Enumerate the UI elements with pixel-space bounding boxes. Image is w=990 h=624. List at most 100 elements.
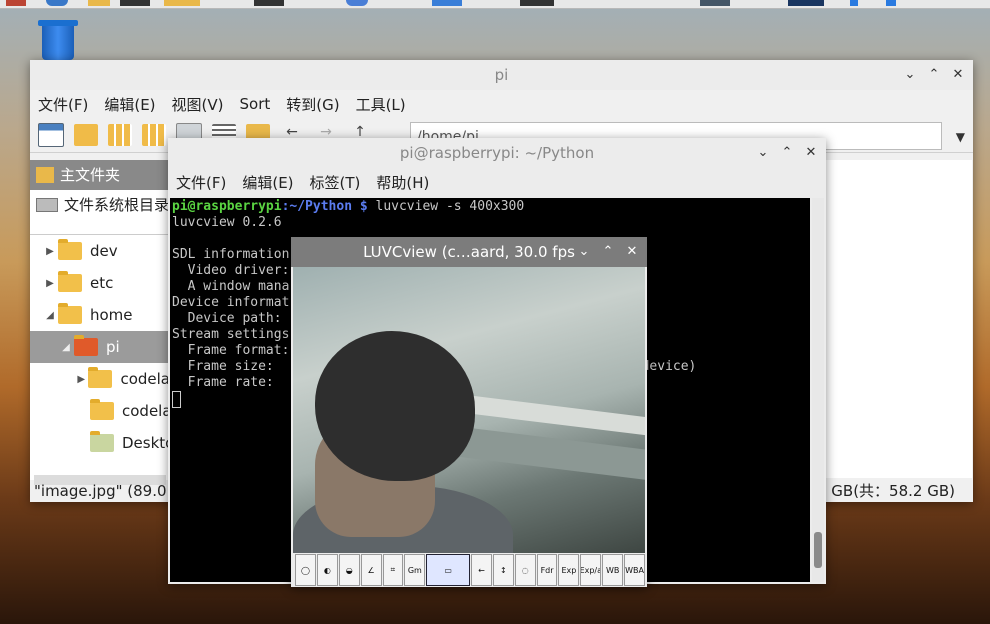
output-line: A window mana — [172, 279, 290, 294]
output-line: Frame rate: — [172, 375, 274, 390]
close-icon[interactable]: ✕ — [951, 60, 965, 90]
folder-tree: ▶ dev ▶ etc ◢ home ◢ pi ▶ codela codela … — [30, 234, 170, 485]
new-folder-icon[interactable] — [74, 124, 98, 146]
app-icon[interactable] — [788, 0, 824, 6]
output-line: luvcview 0.2.6 — [172, 215, 282, 230]
pan-button[interactable]: ← — [470, 554, 492, 586]
tree-item-codela-2[interactable]: codela — [30, 395, 170, 427]
tree-item-home[interactable]: ◢ home — [30, 299, 170, 331]
menu-icon[interactable] — [6, 0, 26, 6]
tree-item-pi[interactable]: ◢ pi — [30, 331, 170, 363]
luvcview-window: LUVCview (c…aard, 30.0 fps ⌄ ⌃ ✕ ◯ ◐ ◒ ∠… — [291, 237, 647, 587]
tilt-button[interactable]: ↕ — [492, 554, 514, 586]
luvcview-titlebar[interactable]: LUVCview (c…aard, 30.0 fps ⌄ ⌃ ✕ — [291, 237, 647, 267]
expand-icon[interactable]: ▶ — [74, 374, 88, 385]
picture-button[interactable]: ▭ — [426, 554, 470, 586]
prompt-user: pi@raspberrypi — [172, 199, 282, 214]
bluetooth-icon[interactable] — [850, 0, 858, 6]
trash-icon[interactable] — [36, 20, 82, 62]
tree-item-label: Deskto — [122, 434, 170, 452]
terminal-icon[interactable] — [520, 0, 554, 6]
tree-item-label: etc — [90, 274, 114, 292]
menubar: 文件(F) 编辑(E) 视图(V) Sort 转到(G) 工具(L) — [30, 90, 973, 118]
folder-icon[interactable] — [88, 0, 110, 6]
file-manager-titlebar[interactable]: pi ⌄ ⌃ ✕ — [30, 60, 973, 90]
new-window-icon[interactable] — [38, 123, 64, 147]
folder-icon — [90, 399, 114, 420]
scrollbar-thumb[interactable] — [814, 532, 822, 568]
sidebar-item-label: 文件系统根目录 — [64, 196, 170, 214]
exposure-button[interactable]: Exp — [558, 554, 580, 586]
sidebar-item-home[interactable]: 主文件夹 — [30, 160, 170, 190]
terminal-titlebar[interactable]: pi@raspberrypi: ~/Python ⌄ ⌃ ✕ — [168, 138, 826, 168]
tree-item-label: codela — [120, 370, 170, 388]
gain-button[interactable]: ⌗ — [382, 554, 404, 586]
browser-icon[interactable] — [46, 0, 68, 6]
menu-file[interactable]: 文件(F) — [176, 172, 226, 193]
chevron-down-icon[interactable]: ▼ — [956, 130, 965, 144]
menu-sort[interactable]: Sort — [240, 95, 271, 113]
tree-item-label: codela — [122, 402, 170, 420]
app-icon[interactable] — [432, 0, 462, 6]
minimize-icon[interactable]: ⌄ — [903, 60, 917, 90]
home-icon — [74, 335, 98, 356]
close-icon[interactable]: ✕ — [625, 237, 639, 267]
brightness-button[interactable]: ◯ — [295, 554, 316, 586]
expand-icon[interactable]: ▶ — [42, 246, 58, 257]
taskbar — [0, 0, 990, 9]
minimize-icon[interactable]: ⌄ — [577, 237, 591, 267]
status-selection: "image.jpg" (89.0 KI — [34, 482, 186, 500]
expand-icon[interactable]: ▶ — [42, 278, 58, 289]
thumbnail-view-icon[interactable] — [142, 124, 166, 146]
chromium-icon[interactable] — [346, 0, 368, 6]
menu-tools[interactable]: 工具(L) — [356, 94, 406, 115]
sharpness-button[interactable]: ∠ — [360, 554, 382, 586]
collapse-icon[interactable]: ◢ — [58, 342, 74, 353]
white-balance-button[interactable]: WB — [602, 554, 624, 586]
menu-edit[interactable]: 编辑(E) — [104, 94, 155, 115]
auto-exposure-button[interactable]: Exp/a — [580, 554, 602, 586]
desktop-icon — [90, 431, 114, 452]
menu-view[interactable]: 视图(V) — [172, 94, 224, 115]
menu-file[interactable]: 文件(F) — [38, 94, 88, 115]
icon-view-icon[interactable] — [108, 124, 132, 146]
saturation-button[interactable]: ◒ — [338, 554, 360, 586]
close-icon[interactable]: ✕ — [804, 138, 818, 168]
frame-rate-button[interactable]: Fdr — [536, 554, 558, 586]
tree-item-desktop[interactable]: Deskto — [30, 427, 170, 459]
menu-go[interactable]: 转到(G) — [286, 94, 339, 115]
sidebar-item-root[interactable]: 文件系统根目录 — [30, 190, 170, 220]
folder-icon[interactable] — [164, 0, 200, 6]
collapse-icon[interactable]: ◢ — [42, 310, 58, 321]
contrast-button[interactable]: ◐ — [316, 554, 338, 586]
camera-video-frame — [293, 267, 645, 553]
maximize-icon[interactable]: ⌃ — [780, 138, 794, 168]
home-icon — [36, 167, 54, 183]
terminal-icon[interactable] — [120, 0, 150, 6]
vertical-scrollbar[interactable] — [812, 198, 824, 582]
tree-item-etc[interactable]: ▶ etc — [30, 267, 170, 299]
command-text: luvcview -s 400x300 — [367, 199, 525, 214]
network-icon[interactable] — [886, 0, 896, 6]
terminal-icon[interactable] — [254, 0, 284, 6]
folder-icon — [88, 367, 113, 388]
window-title: pi@raspberrypi: ~/Python — [399, 144, 595, 162]
auto-white-balance-button[interactable]: WBA — [624, 554, 645, 586]
gamma-button[interactable]: Gm — [404, 554, 426, 586]
window-title: pi — [494, 66, 509, 84]
maximize-icon[interactable]: ⌃ — [927, 60, 941, 90]
menu-edit[interactable]: 编辑(E) — [242, 172, 293, 193]
output-line: Video driver: — [172, 263, 290, 278]
reset-button[interactable]: ◌ — [514, 554, 536, 586]
tree-item-dev[interactable]: ▶ dev — [30, 235, 170, 267]
output-line: Device path: — [172, 311, 282, 326]
terminal-menubar: 文件(F) 编辑(E) 标签(T) 帮助(H) — [168, 168, 826, 196]
menu-tabs[interactable]: 标签(T) — [310, 172, 361, 193]
maximize-icon[interactable]: ⌃ — [601, 237, 615, 267]
tree-item-codela[interactable]: ▶ codela — [30, 363, 170, 395]
output-line: Frame format: — [172, 343, 290, 358]
window-icon[interactable] — [700, 0, 730, 6]
minimize-icon[interactable]: ⌄ — [756, 138, 770, 168]
prompt-path: :~/Python $ — [281, 199, 368, 214]
menu-help[interactable]: 帮助(H) — [376, 172, 429, 193]
